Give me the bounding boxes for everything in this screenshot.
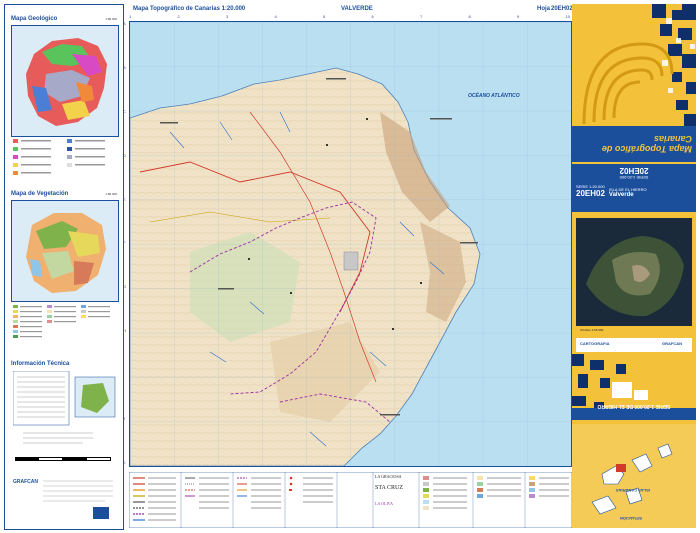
ortho-caption: Ortofoto 1:65.000 (580, 328, 604, 332)
left-panel: Mapa Geológico 1:80.000 Mapa de Vegetaci… (4, 4, 124, 530)
technical-info-drawing (12, 370, 116, 444)
vegetation-map (11, 200, 119, 302)
grid-col-label: 9 (517, 14, 520, 19)
technical-info-title: Información Técnica (11, 361, 70, 367)
geologic-legend (13, 137, 117, 189)
geologic-map-scale: 1:80.000 (105, 17, 117, 21)
sheet-code: 20EH02 (551, 6, 573, 12)
grid-col-label: 2 (177, 14, 180, 19)
grid-column-labels: 1 2 3 4 5 6 7 8 9 10 (129, 14, 570, 21)
cover-sheet-code-flipped: 20EH02 (619, 166, 649, 175)
toponym-samples: LA GRACIOSA STA CRUZ LA OLIVA (375, 474, 419, 526)
cover-panel: Mapa Topográfico de Canarias SERIE 1:20.… (572, 4, 696, 528)
grid-row-label: I (123, 372, 125, 378)
grid-row-label: B (123, 64, 126, 70)
toponym-sample: LA GRACIOSA (375, 474, 402, 479)
geologic-map-title: Mapa Geológico (11, 16, 58, 22)
toponym-sample: STA CRUZ (375, 485, 404, 491)
geologic-map (11, 25, 119, 137)
map-legend: LA GRACIOSA STA CRUZ LA OLIVA (128, 471, 573, 529)
grid-row-label: G (123, 284, 127, 290)
cover-drawing (572, 4, 696, 528)
grid-col-label: 10 (565, 14, 570, 19)
ocean-label: OCÉANO ATLÁNTICO (468, 93, 520, 99)
legend-drawing (128, 471, 573, 529)
grid-row-label: E (123, 196, 126, 202)
vegetation-legend-swatches (13, 305, 110, 338)
geologic-legend-swatches (13, 139, 105, 175)
topographic-map[interactable]: OCÉANO ATLÁNTICO (129, 21, 572, 467)
logo-cartografia: CARTOGRAFIA (580, 341, 610, 346)
toponym-sample: LA OLIVA (375, 501, 394, 506)
vegetation-map-title: Mapa de Vegetación (11, 191, 69, 197)
scale-bar (15, 457, 111, 461)
situation-label: SITUACIÓN (620, 516, 642, 521)
grid-col-label: 4 (274, 14, 277, 19)
grid-row-label: C (123, 108, 126, 114)
map-sheet: Mapa Geológico 1:80.000 Mapa de Vegetaci… (0, 0, 700, 532)
vegetation-legend (13, 303, 117, 355)
grid-col-label: 6 (371, 14, 374, 19)
grid-col-label: 8 (468, 14, 471, 19)
sheet-name: VALVERDE (341, 6, 373, 12)
grid-row-label: F (123, 240, 126, 246)
cover-series-flipped: SERIE 1:20.000 (619, 175, 649, 180)
cover-sheet-code: 20EH02 (576, 189, 605, 198)
grid-col-label: 1 (129, 14, 132, 19)
vegetation-map-drawing (26, 213, 106, 293)
vegetation-map-scale: 1:80.000 (105, 192, 117, 196)
grid-row-label: K (123, 459, 126, 465)
islands-label: ISLAS CANARIAS (616, 488, 651, 493)
grid-col-label: 5 (323, 14, 326, 19)
cover-bottom-series: SERIE 1:20.000 DE EL HIERRO (597, 403, 671, 409)
grid-col-label: 3 (226, 14, 229, 19)
grid-row-label: H (123, 328, 126, 334)
geologic-map-drawing (26, 38, 107, 126)
cover-sheet-name: Valverde (608, 192, 634, 198)
map-header: Mapa Topográfico de Canarias 1:20.000 VA… (129, 4, 573, 14)
credits-block: GRAFCAN (13, 477, 117, 523)
grafcan-logo-text: GRAFCAN (13, 479, 38, 485)
cover-title: Mapa Topográfico de Canarias (601, 134, 692, 154)
grid-row-label: J (123, 416, 125, 422)
grid-row-label: A (123, 21, 126, 26)
map-title: Mapa Topográfico de Canarias 1:20.000 (133, 6, 246, 12)
sheet-label: Hoja (537, 6, 551, 12)
topographic-map-drawing (130, 22, 571, 466)
technical-info-table (12, 370, 117, 451)
grid-row-label: D (123, 152, 126, 158)
logo-grafcan: GRAFCAN (662, 341, 682, 346)
grid-col-label: 7 (420, 14, 423, 19)
grid-row-labels-left: A B C D E F G H I J K (123, 21, 126, 465)
